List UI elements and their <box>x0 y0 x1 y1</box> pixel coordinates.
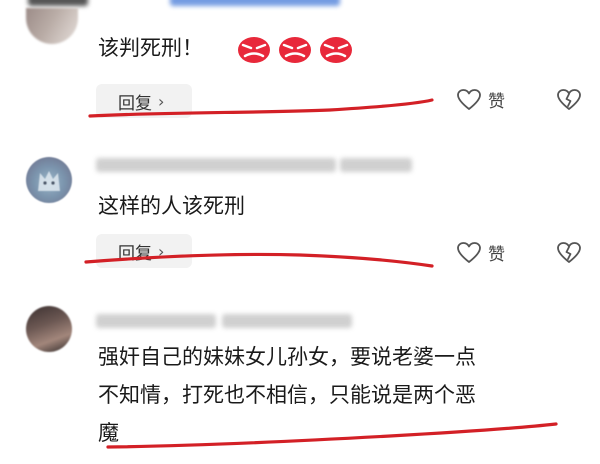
avatar[interactable] <box>26 8 78 44</box>
comment-text-line: 不知情，打死也不相信，只能说是两个恶 <box>98 383 476 407</box>
heart-outline-icon <box>457 241 481 263</box>
comment-text-line: 魔 <box>98 421 119 445</box>
like-label: 赞 <box>488 245 505 265</box>
heart-outline-icon <box>457 88 481 110</box>
blurred-time-location <box>222 314 352 328</box>
broken-heart-icon[interactable] <box>556 241 582 265</box>
comment-text: 该判死刑！ <box>98 36 203 60</box>
comment-text: 这样的人该死刑 <box>98 194 245 218</box>
like-label: 赞 <box>488 92 505 112</box>
comment-text-line: 强奸自己的妹妹女儿孙女，要说老婆一点 <box>98 345 476 369</box>
avatar[interactable] <box>26 306 72 352</box>
blurred-time-location <box>340 158 412 172</box>
red-underline <box>106 422 558 449</box>
angry-face-emoji <box>320 37 352 63</box>
blurred-link <box>170 0 340 6</box>
broken-heart-icon[interactable] <box>556 88 582 112</box>
blurred-username <box>28 0 88 6</box>
reply-label: 回复 <box>118 243 152 264</box>
blurred-username <box>96 314 216 328</box>
reply-button[interactable]: 回复 › <box>96 84 192 118</box>
wolf-avatar-icon <box>38 171 60 191</box>
angry-face-emoji <box>279 37 311 63</box>
avatar[interactable] <box>26 157 72 203</box>
blurred-username <box>96 158 336 172</box>
chevron-right-icon: › <box>158 241 165 261</box>
like-button[interactable]: 赞 <box>456 240 505 265</box>
reply-button[interactable]: 回复 › <box>96 234 192 268</box>
reply-label: 回复 <box>118 93 152 114</box>
chevron-right-icon: › <box>158 91 165 111</box>
like-button[interactable]: 赞 <box>456 87 505 112</box>
angry-face-emoji <box>238 37 270 63</box>
previous-comment-strip <box>0 0 600 14</box>
